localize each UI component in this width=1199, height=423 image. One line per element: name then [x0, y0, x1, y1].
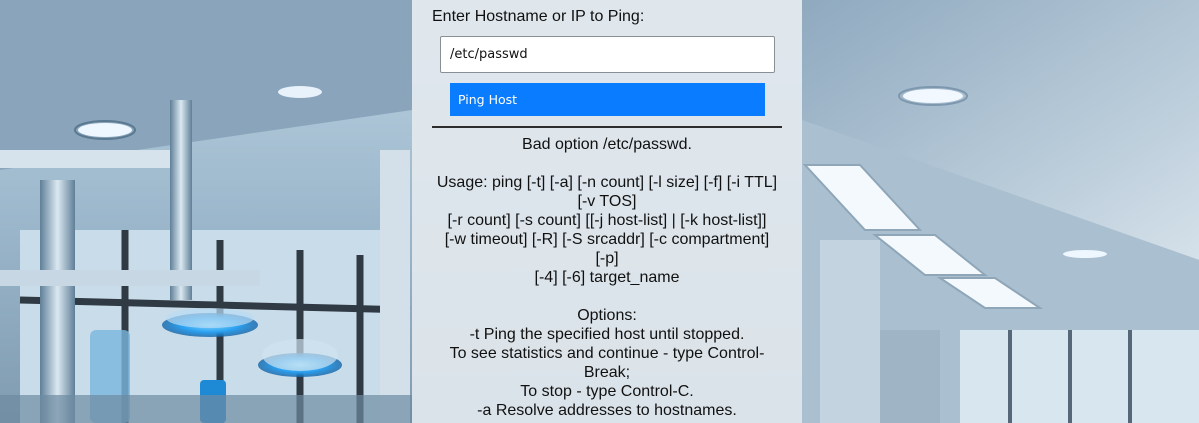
hostname-input[interactable]	[440, 36, 775, 73]
output-line: [-p]	[595, 250, 619, 267]
divider	[432, 126, 782, 128]
output-line: Options:	[577, 307, 637, 324]
output-line: -t Ping the specified host until stopped…	[469, 326, 745, 343]
output-line: Usage: ping [-t] [-a] [-n count] [-l siz…	[436, 174, 778, 191]
ping-host-button[interactable]: Ping Host	[450, 83, 765, 116]
output-line: To stop - type Control-C.	[520, 383, 694, 400]
output-line: [-w timeout] [-R] [-S srcaddr] [-c compa…	[444, 231, 770, 248]
output-line: Break;	[583, 364, 631, 381]
output-line: To see statistics and continue - type Co…	[449, 345, 765, 362]
ping-output: Bad option /etc/passwd. Usage: ping [-t]…	[432, 135, 782, 420]
output-line: Bad option /etc/passwd.	[522, 136, 692, 153]
output-line: [-v TOS]	[577, 193, 637, 210]
output-line: [-4] [-6] target_name	[534, 269, 680, 286]
ping-panel: Enter Hostname or IP to Ping: Ping Host …	[412, 0, 802, 423]
output-line: -a Resolve addresses to hostnames.	[477, 402, 737, 419]
ping-prompt-label: Enter Hostname or IP to Ping:	[432, 8, 645, 25]
output-line: [-r count] [-s count] [[-j host-list] | …	[447, 212, 767, 229]
